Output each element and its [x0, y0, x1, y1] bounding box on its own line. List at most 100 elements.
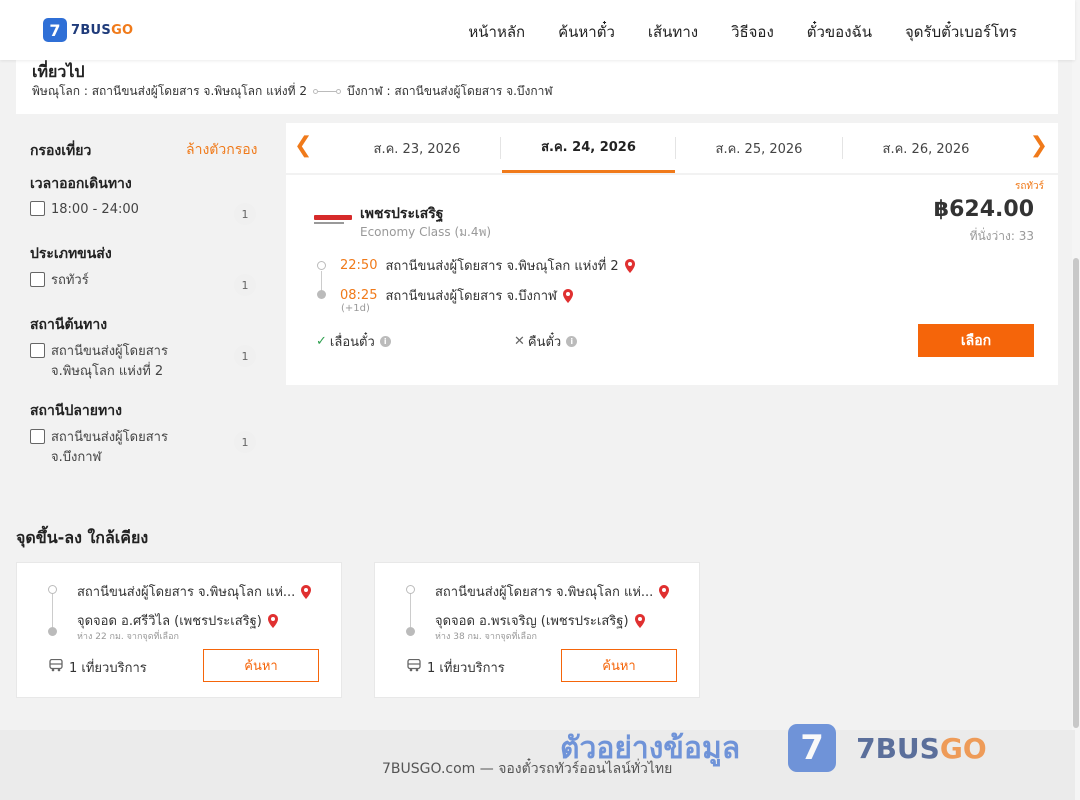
map-pin-icon[interactable] — [562, 288, 573, 303]
map-pin-icon[interactable] — [624, 258, 635, 273]
date-tab-active[interactable]: ส.ค. 24, 2026 — [502, 123, 675, 173]
map-pin-icon[interactable] — [634, 613, 645, 628]
chevron-right-icon[interactable]: ❯ — [1030, 135, 1048, 157]
nearby-to-label: จุดจอด อ.พรเจริญ (เพชรประเสริฐ) — [435, 614, 629, 629]
vehicle-type-tag: รถทัวร์ — [1014, 181, 1044, 192]
nearby-trips: 1 เที่ยวบริการ — [49, 657, 147, 678]
watermark-brand-accent: GO — [939, 731, 987, 765]
bus-icon — [49, 658, 69, 676]
filter-count-badge: 1 — [234, 274, 256, 296]
logo-text-accent: GO — [111, 22, 134, 38]
departure-stop: 22:50 สถานีขนส่งผู้โดยสาร จ.พิษณุโลก แห่… — [340, 255, 635, 276]
main-nav: หน้าหลัก ค้นหาตั๋ว เส้นทาง วิธีจอง ตั๋วข… — [435, 20, 1017, 44]
arrival-station: สถานีขนส่งผู้โดยสาร จ.บึงกาฬ — [385, 289, 557, 304]
timeline-end-dot — [48, 627, 57, 636]
timeline-end-dot — [317, 290, 326, 299]
nearby-trips-label: 1 เที่ยวบริการ — [69, 661, 147, 676]
date-tab[interactable]: ส.ค. 23, 2026 — [334, 123, 500, 173]
timeline-start-dot — [406, 585, 415, 594]
filter-section-transport-type: ประเภทขนส่ง — [30, 246, 112, 262]
filter-option-label: สถานีขนส่งผู้โดยสาร จ.พิษณุโลก แห่งที่ 2 — [51, 344, 168, 379]
nearby-to: จุดจอด อ.พรเจริญ (เพชรประเสริฐ) — [435, 610, 645, 631]
refund-label: คืนตั๋ว — [527, 335, 562, 350]
check-icon: ✓ — [316, 334, 327, 349]
logo-text-main: 7BUS — [71, 22, 112, 38]
time-checkbox[interactable] — [30, 201, 45, 216]
nearby-from-label: สถานีขนส่งผู้โดยสาร จ.พิษณุโลก แห่... — [77, 585, 296, 600]
watermark-text: ตัวอย่างข้อมูล — [560, 730, 741, 766]
top-header: 7 7BUSGO หน้าหลัก ค้นหาตั๋ว เส้นทาง วิธี… — [0, 0, 1075, 60]
watermark-logo-mark: 7 — [788, 724, 837, 772]
next-day-indicator: (+1d) — [341, 303, 370, 314]
nearby-to: จุดจอด อ.ศรีวิไล (เพชรประเสริฐ) — [77, 610, 278, 631]
filter-count-badge: 1 — [234, 203, 256, 225]
bus-icon — [407, 658, 427, 676]
filter-section-origin-station: สถานีต้นทาง — [30, 317, 108, 333]
reschedule-label: เลื่อนตั๋ว — [329, 335, 375, 350]
filter-option-label: สถานีขนส่งผู้โดยสาร จ.บึงกาฬ — [51, 430, 168, 465]
trip-origin: พิษณุโลก : สถานีขนส่งผู้โดยสาร จ.พิษณุโล… — [32, 84, 307, 98]
origin-checkbox[interactable] — [30, 343, 45, 358]
clear-filter-link[interactable]: ล้างตัวกรอง — [186, 139, 257, 161]
arrival-stop: 08:25 สถานีขนส่งผู้โดยสาร จ.บึงกาฬ — [340, 285, 573, 306]
trip-route: พิษณุโลก : สถานีขนส่งผู้โดยสาร จ.พิษณุโล… — [32, 82, 553, 101]
info-icon[interactable]: i — [379, 336, 391, 347]
reschedule-policy: ✓ เลื่อนตั๋ว i — [316, 331, 391, 352]
nearby-search-button[interactable]: ค้นหา — [203, 649, 319, 682]
sample-watermark: ตัวอย่างข้อมูล 7 7BUSGO — [560, 724, 987, 772]
scrollbar-thumb[interactable] — [1073, 258, 1079, 728]
filter-section-departure-time: เวลาออกเดินทาง — [30, 176, 132, 192]
nav-routes[interactable]: เส้นทาง — [648, 20, 698, 44]
logo-mark: 7 — [43, 18, 67, 42]
nearby-distance: ห่าง 22 กม. จากจุดที่เลือก — [77, 632, 179, 642]
filter-count-badge: 1 — [234, 431, 256, 453]
nav-search-tickets[interactable]: ค้นหาตั๋ว — [558, 20, 615, 44]
map-pin-icon[interactable] — [659, 584, 670, 599]
filter-option-time[interactable]: 18:00 - 24:00 1 — [30, 200, 256, 225]
destination-checkbox[interactable] — [30, 429, 45, 444]
date-tab[interactable]: ส.ค. 25, 2026 — [676, 123, 842, 173]
trip-result-card: รถทัวร์ เพชรประเสริฐ Economy Class (ม.4พ… — [286, 175, 1058, 385]
transport-checkbox[interactable] — [30, 272, 45, 287]
nav-home[interactable]: หน้าหลัก — [468, 20, 525, 44]
select-trip-button[interactable]: เลือก — [918, 324, 1034, 357]
filter-option-origin[interactable]: สถานีขนส่งผู้โดยสาร จ.พิษณุโลก แห่งที่ 2… — [30, 342, 256, 382]
map-pin-icon[interactable] — [267, 613, 278, 628]
departure-station: สถานีขนส่งผู้โดยสาร จ.พิษณุโลก แห่งที่ 2 — [385, 259, 619, 274]
timeline-end-dot — [406, 627, 415, 636]
logo-text: 7BUSGO — [71, 23, 133, 38]
route-connector-icon — [312, 89, 341, 94]
map-pin-icon[interactable] — [301, 584, 312, 599]
info-icon[interactable]: i — [566, 336, 578, 347]
timeline-line — [52, 593, 53, 627]
filter-section-destination-station: สถานีปลายทาง — [30, 403, 122, 419]
filter-option-transport[interactable]: รถทัวร์ 1 — [30, 271, 256, 296]
tab-divider — [500, 137, 501, 159]
nav-how-to-book[interactable]: วิธีจอง — [731, 20, 774, 44]
nearby-stop-card: สถานีขนส่งผู้โดยสาร จ.พิษณุโลก แห่... จุ… — [374, 562, 700, 698]
chevron-left-icon[interactable]: ❮ — [294, 135, 312, 157]
nearby-trips-label: 1 เที่ยวบริการ — [427, 661, 505, 676]
nearby-from-label: สถานีขนส่งผู้โดยสาร จ.พิษณุโลก แห่... — [435, 585, 654, 600]
nearby-from: สถานีขนส่งผู้โดยสาร จ.พิษณุโลก แห่... — [77, 581, 312, 602]
trip-summary: เที่ยวไป พิษณุโลก : สถานีขนส่งผู้โดยสาร … — [16, 60, 1058, 114]
watermark-brand: 7BUSGO — [856, 732, 987, 765]
brand-logo[interactable]: 7 7BUSGO — [43, 18, 133, 42]
nav-ticket-pickup[interactable]: จุดรับตั๋วเบอร์โทร — [905, 20, 1017, 44]
filter-option-destination[interactable]: สถานีขนส่งผู้โดยสาร จ.บึงกาฬ 1 — [30, 428, 256, 468]
date-selector: ❮ ส.ค. 23, 2026 ส.ค. 24, 2026 ส.ค. 25, 2… — [286, 123, 1058, 173]
ticket-price: ฿624.00 — [933, 197, 1034, 222]
nearby-distance: ห่าง 38 กม. จากจุดที่เลือก — [435, 632, 537, 642]
timeline-start-dot — [317, 261, 326, 270]
nav-my-tickets[interactable]: ตั๋วของฉัน — [807, 20, 872, 44]
operator-name: เพชรประเสริฐ — [360, 206, 444, 222]
arrival-time: 08:25 — [340, 288, 378, 303]
departure-time: 22:50 — [340, 258, 378, 273]
date-tab[interactable]: ส.ค. 26, 2026 — [843, 123, 1009, 173]
nearby-search-button[interactable]: ค้นหา — [561, 649, 677, 682]
timeline-start-dot — [48, 585, 57, 594]
nearby-stop-card: สถานีขนส่งผู้โดยสาร จ.พิษณุโลก แห่... จุ… — [16, 562, 342, 698]
nearby-trips: 1 เที่ยวบริการ — [407, 657, 505, 678]
nearby-stops-title: จุดขึ้น-ลง ใกล้เคียง — [16, 528, 149, 547]
page-scrollbar[interactable] — [1072, 0, 1080, 800]
